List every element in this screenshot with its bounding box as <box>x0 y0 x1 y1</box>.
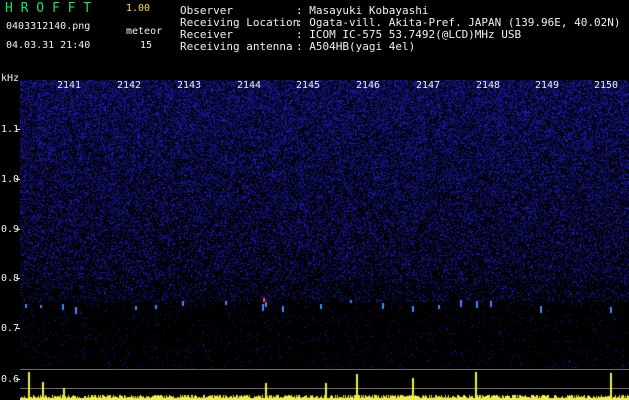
info-label: Observer <box>180 4 233 17</box>
meteor-label: meteor <box>126 26 163 37</box>
app-version: 1.00 <box>126 3 151 14</box>
y-tick <box>16 328 20 329</box>
time-label: 2145 <box>296 80 321 91</box>
info-label: Receiving antenna <box>180 40 293 53</box>
info-value: : Ogata-vill. Akita-Pref. JAPAN (139.96E… <box>296 16 621 29</box>
info-label: Receiving Location <box>180 16 300 29</box>
time-label: 2147 <box>416 80 441 91</box>
time-label: 2150 <box>594 80 619 91</box>
time-label: 2141 <box>57 80 82 91</box>
info-value: : Masayuki Kobayashi <box>296 4 429 17</box>
spectrogram <box>20 80 629 370</box>
y-tick <box>16 129 20 130</box>
info-value: : ICOM IC-575 53.7492(@LCD)MHz USB <box>296 28 522 41</box>
file-name: 0403312140.png <box>6 21 91 32</box>
info-value: : A504HB(yagi 4el) <box>296 40 416 53</box>
info-label: Receiver <box>180 28 233 41</box>
time-label: 2144 <box>237 80 262 91</box>
time-label: 2146 <box>356 80 381 91</box>
spectrogram-canvas <box>20 80 629 370</box>
meteor-count: 15 <box>140 40 153 51</box>
file-datetime: 04.03.31 21:40 <box>6 40 91 51</box>
y-tick <box>16 229 20 230</box>
hrofft-window: H R O F F T 1.00 0403312140.png meteor 0… <box>0 0 629 400</box>
power-canvas <box>20 368 629 400</box>
time-label: 2143 <box>177 80 202 91</box>
time-label: 2142 <box>117 80 142 91</box>
y-tick <box>16 179 20 180</box>
power-graph <box>20 368 629 400</box>
axis-unit: kHz <box>1 73 20 84</box>
time-label: 2149 <box>535 80 560 91</box>
time-label: 2148 <box>476 80 501 91</box>
app-title: H R O F F T <box>5 1 92 16</box>
y-tick <box>16 278 20 279</box>
